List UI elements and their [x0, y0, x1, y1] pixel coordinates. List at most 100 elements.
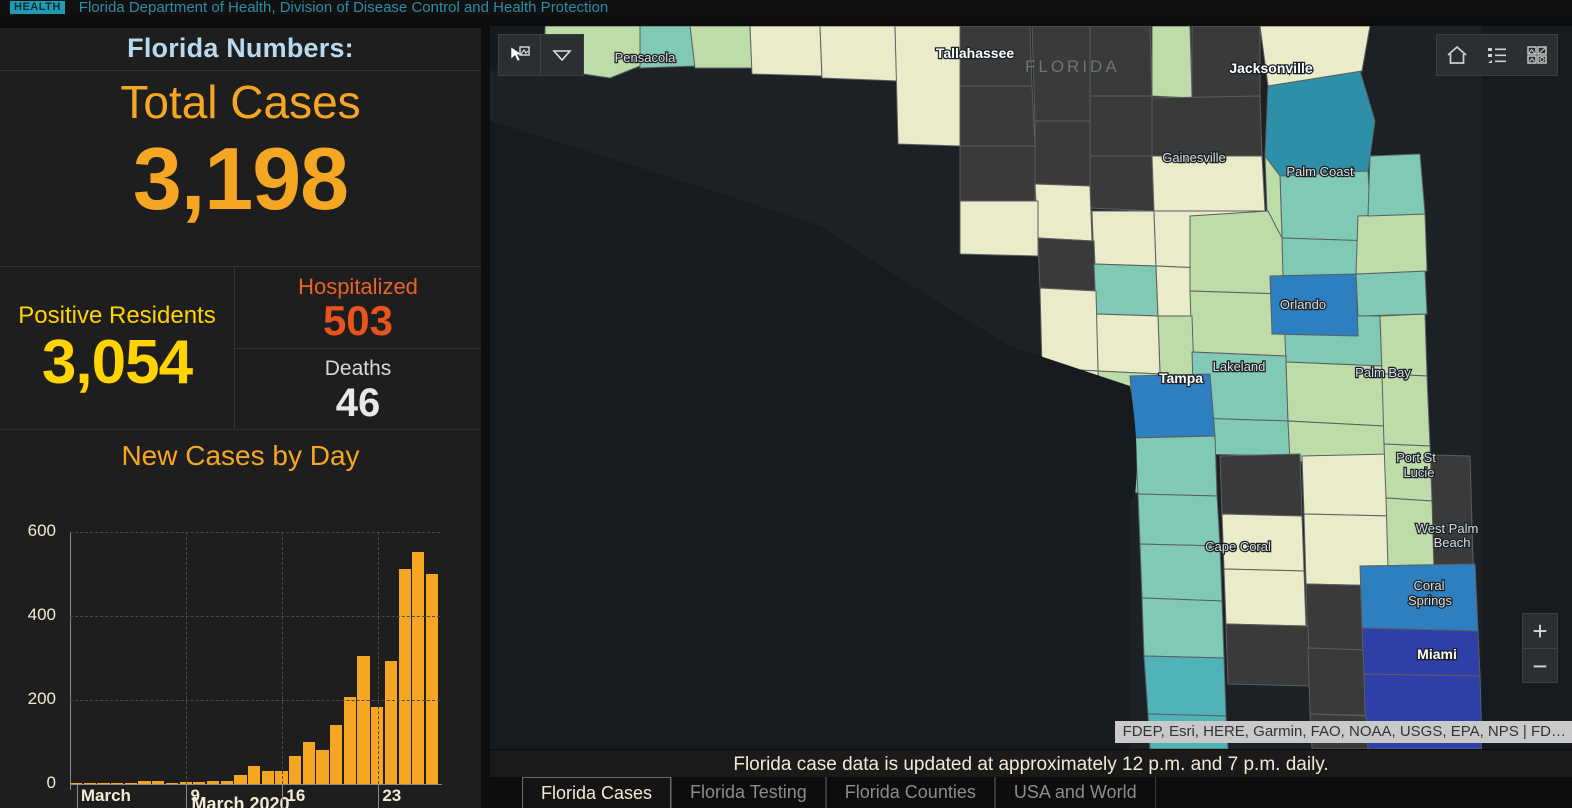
y-tick-label: 400 — [27, 605, 56, 624]
hospitalized-value: 503 — [322, 296, 394, 344]
legend-list-icon[interactable] — [1477, 35, 1517, 75]
map-city-label: Cape Coral — [1205, 539, 1271, 554]
deaths-stat: Deaths 46 — [235, 349, 481, 430]
tab-bar[interactable]: Florida Cases Florida Testing Florida Coun… — [490, 777, 1572, 808]
x-tick-mark — [76, 784, 78, 808]
chart-gridline — [70, 616, 440, 617]
map-city-label: Palm Coast — [1286, 164, 1354, 179]
map-zoom-controls[interactable]: + − — [1522, 613, 1558, 683]
chart-bar[interactable] — [220, 780, 233, 784]
map-tools-topleft[interactable] — [498, 34, 584, 76]
chart-vgridline — [282, 532, 284, 784]
map-city-label: Springs — [1408, 593, 1453, 608]
map-city-label: West Palm — [1416, 521, 1479, 536]
chart-bar[interactable] — [193, 782, 206, 784]
chart-bar[interactable] — [165, 782, 179, 784]
map-attribution[interactable]: FDEP, Esri, HERE, Garmin, FAO, NOAA, USG… — [1114, 721, 1572, 743]
florida-choropleth-map[interactable]: FLORIDA Pensacola Tallahassee Jacksonville… — [490, 26, 1572, 749]
map-city-label: Jacksonville — [1229, 60, 1312, 76]
map-city-label: Orlando — [1280, 297, 1326, 312]
basemap-gallery-icon[interactable] — [1517, 35, 1557, 75]
chart-plot-area: 0 200 400 600 March 9 16 23 — [0, 472, 481, 808]
chart-title: New Cases by Day — [121, 440, 360, 471]
sub-stats-row: Positive Residents 3,054 Hospitalized 50… — [0, 266, 481, 430]
chart-bar[interactable] — [289, 756, 302, 784]
hospitalized-stat: Hospitalized 503 — [235, 267, 481, 349]
zoom-out-button[interactable]: − — [1523, 648, 1557, 682]
app-header: HEALTH Florida Department of Health, Div… — [0, 0, 1572, 15]
select-tool-icon[interactable] — [499, 35, 541, 75]
map-city-label: Gainesville — [1162, 150, 1226, 165]
chart-bar[interactable] — [357, 655, 370, 784]
map-city-label: Lucie — [1403, 465, 1434, 480]
update-note: Florida case data is updated at approxim… — [490, 750, 1572, 780]
tab-usa-and-world[interactable]: USA and World — [994, 777, 1156, 808]
map-city-label: Tampa — [1159, 370, 1203, 386]
chart-gridline — [70, 532, 440, 533]
tab-florida-testing[interactable]: Florida Testing — [671, 777, 826, 808]
chart-bar[interactable] — [412, 552, 425, 784]
y-tick-label: 200 — [27, 689, 56, 708]
x-tick-label: 16 — [286, 786, 306, 805]
x-tick-mark — [186, 784, 188, 808]
chart-bar[interactable] — [83, 782, 96, 784]
chart-bar[interactable] — [97, 782, 110, 784]
map-city-label: Palm Bay — [1355, 365, 1411, 380]
deaths-value: 46 — [335, 380, 381, 425]
chevron-down-icon[interactable] — [541, 35, 583, 75]
panel-title: Florida Numbers: — [127, 33, 354, 63]
chart-bar[interactable] — [152, 781, 165, 784]
chart-bar[interactable] — [261, 770, 274, 784]
map-city-label: Port St — [1396, 450, 1436, 465]
chart-bar[interactable] — [111, 782, 124, 784]
y-tick-label: 0 — [46, 773, 56, 792]
chart-bar[interactable] — [247, 765, 261, 784]
hosp-death-column: Hospitalized 503 Deaths 46 — [235, 267, 481, 430]
map-tools-topright[interactable] — [1436, 34, 1558, 76]
new-cases-chart-panel: New Cases by Day 0 200 400 600 March 9 16 23 M… — [0, 429, 481, 808]
x-tick-label: March — [80, 786, 131, 805]
left-panel-column: Florida Numbers: Total Cases 3,198 Posit… — [0, 17, 481, 808]
tabs-host: Florida Cases Florida Testing Florida Coun… — [522, 777, 1156, 808]
zoom-in-button[interactable]: + — [1523, 614, 1557, 648]
map-city-label: Coral — [1413, 578, 1444, 593]
state-label: FLORIDA — [1025, 57, 1120, 76]
map-city-label: Tallahassee — [936, 45, 1015, 61]
chart-bar[interactable] — [330, 725, 343, 784]
chart-vgridline — [186, 532, 188, 784]
map-city-label: Beach — [1434, 535, 1471, 550]
deaths-label: Deaths — [324, 356, 392, 380]
x-axis-title: March 2020 — [191, 794, 290, 808]
x-tick-label: 9 — [190, 786, 200, 805]
chart-bar[interactable] — [384, 661, 398, 784]
home-icon[interactable] — [1437, 35, 1477, 75]
positive-residents-stat: Positive Residents 3,054 — [0, 267, 235, 430]
chart-bar[interactable] — [343, 696, 357, 784]
map-city-label: Miami — [1417, 646, 1457, 662]
chart-bar[interactable] — [206, 781, 220, 784]
chart-bar[interactable] — [234, 774, 247, 784]
tab-florida-cases[interactable]: Florida Cases — [522, 777, 672, 808]
tab-florida-counties[interactable]: Florida Counties — [825, 777, 995, 808]
y-tick-label: 600 — [27, 521, 56, 540]
x-tick-mark — [378, 784, 380, 808]
chart-bar[interactable] — [371, 707, 384, 784]
map-container[interactable]: FLORIDA Pensacola Tallahassee Jacksonville… — [490, 26, 1572, 749]
health-logo: HEALTH — [10, 1, 65, 14]
total-cases-label: Total Cases — [120, 76, 361, 128]
chart-bar[interactable] — [398, 568, 411, 784]
chart-bar[interactable] — [138, 781, 151, 784]
chart-bars-container — [70, 532, 440, 784]
hospitalized-label: Hospitalized — [298, 273, 418, 299]
chart-bar[interactable] — [316, 749, 329, 784]
x-tick-label: 23 — [382, 786, 402, 805]
chart-vgridline — [378, 532, 380, 784]
chart-bar[interactable] — [425, 574, 439, 784]
chart-bar[interactable] — [124, 782, 138, 784]
chart-gridline — [70, 700, 440, 701]
positive-residents-value: 3,054 — [41, 327, 193, 397]
map-city-label: Lakeland — [1213, 359, 1266, 374]
chart-bar[interactable] — [302, 742, 315, 784]
total-cases-value: 3,198 — [132, 129, 349, 228]
florida-numbers-panel: Florida Numbers: Total Cases 3,198 Posit… — [0, 28, 481, 430]
